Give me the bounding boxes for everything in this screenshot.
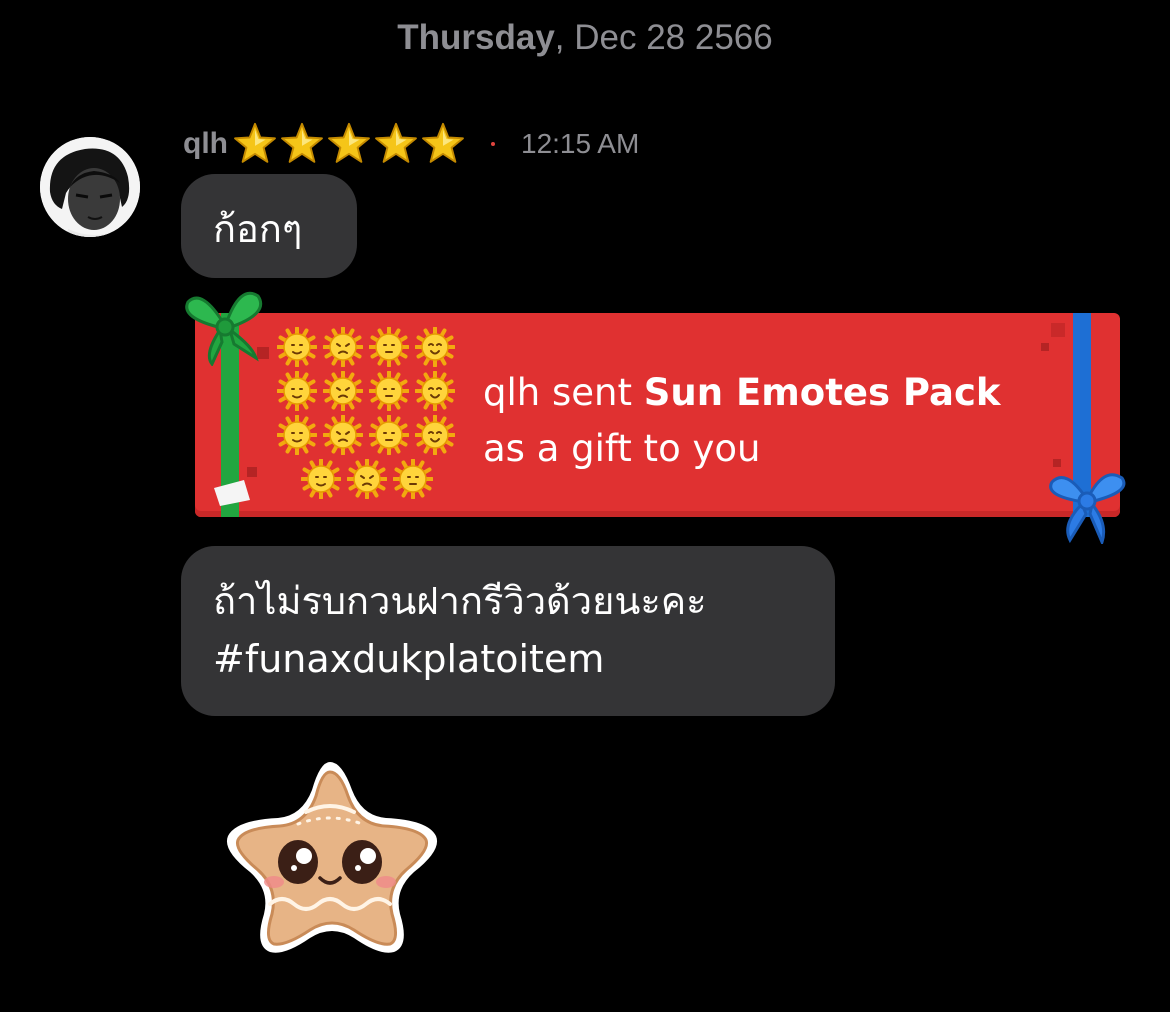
username[interactable]: qlh [183, 127, 228, 161]
sun-emote-icon [369, 371, 409, 411]
hashtag-link[interactable]: #funaxdukplatoitem [213, 630, 803, 688]
star-icon [422, 122, 464, 163]
user-avatar-icon [40, 137, 140, 237]
star-icon [234, 122, 276, 163]
sun-emote-icon [369, 415, 409, 455]
sun-emote-icon [301, 459, 341, 499]
sun-emote-icon [277, 327, 317, 367]
gift-suffix: as a gift to you [483, 427, 761, 470]
star-icon [375, 122, 417, 163]
green-bow-icon [185, 291, 263, 366]
star-icon [281, 122, 323, 163]
message-text: ก้อกๆ [213, 207, 303, 251]
sun-emote-icon [323, 327, 363, 367]
sun-emote-icon [415, 327, 455, 367]
sun-emote-icon [277, 371, 317, 411]
avatar[interactable] [40, 137, 140, 237]
date-rest: , Dec 28 2566 [554, 18, 773, 57]
sun-emote-icon [415, 415, 455, 455]
sun-emote-icon [323, 371, 363, 411]
separator-dot [491, 142, 495, 146]
gift-text: qlh sent Sun Emotes Pack as a gift to yo… [483, 365, 1001, 477]
sun-emote-icon [277, 415, 317, 455]
sun-emote-icon [347, 459, 387, 499]
timestamp: 12:15 AM [521, 128, 640, 159]
blue-bow-icon [1049, 473, 1126, 544]
chat-screen: Thursday, Dec 28 2566 qlh 12:15 AM ก้อกๆ [0, 0, 1170, 1012]
gift-card[interactable]: qlh sent Sun Emotes Pack as a gift to yo… [195, 313, 1120, 517]
sun-emote-icon [369, 327, 409, 367]
star-icon [328, 122, 370, 163]
date-header: Thursday, Dec 28 2566 [0, 18, 1170, 58]
sun-emote-icon [323, 415, 363, 455]
gift-item-name: Sun Emotes Pack [643, 371, 1001, 414]
sun-emote-icon [415, 371, 455, 411]
date-day: Thursday [397, 18, 555, 57]
gift-sender: qlh sent [483, 371, 644, 414]
emote-grid [277, 327, 467, 507]
star-badges [232, 121, 467, 167]
sun-emote-icon [393, 459, 433, 499]
message-bubble[interactable]: ถ้าไม่รบกวนฝากรีวิวด้วยนะคะ #funaxdukpla… [181, 546, 835, 716]
message-meta: qlh 12:15 AM [183, 120, 639, 168]
gift-tag-icon [214, 480, 250, 506]
message-bubble[interactable]: ก้อกๆ [181, 174, 357, 278]
gingerbread-star-sticker-icon[interactable] [214, 754, 446, 954]
message-text-line1: ถ้าไม่รบกวนฝากรีวิวด้วยนะคะ [213, 579, 707, 623]
